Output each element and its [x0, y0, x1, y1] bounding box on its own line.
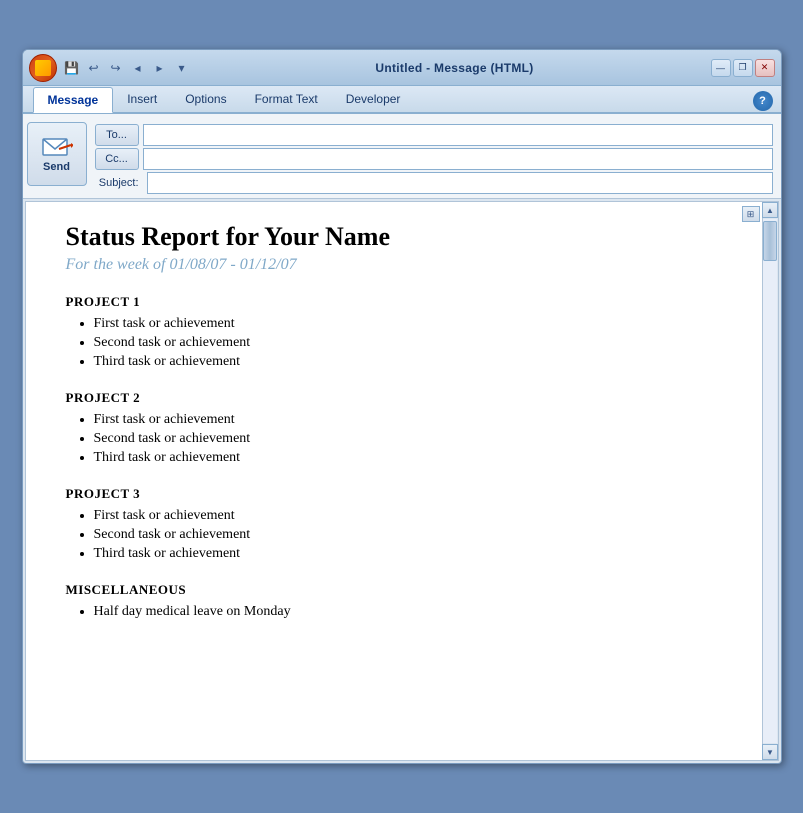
undo-button[interactable]: ↩ [85, 59, 103, 77]
subject-row: Subject: [95, 172, 773, 194]
email-subtitle: For the week of 01/08/07 - 01/12/07 [66, 256, 732, 274]
list-item: Second task or achievement [94, 431, 732, 447]
help-button[interactable]: ? [753, 91, 773, 111]
forward-button[interactable]: ▸ [151, 59, 169, 77]
scroll-track[interactable] [763, 219, 777, 743]
minimize-button[interactable]: — [711, 59, 731, 77]
save-button[interactable]: 💾 [63, 59, 81, 77]
project-1-tasks: First task or achievement Second task or… [66, 316, 732, 370]
ribbon-tabs: Message Insert Options Format Text Devel… [23, 86, 425, 112]
tab-options[interactable]: Options [171, 87, 240, 113]
subject-label: Subject: [95, 177, 139, 189]
tab-insert[interactable]: Insert [113, 87, 171, 113]
project-section-1: PROJECT 1 First task or achievement Seco… [66, 294, 732, 370]
close-button[interactable]: ✕ [755, 59, 775, 77]
cc-button[interactable]: Cc... [95, 148, 139, 170]
back-button[interactable]: ◂ [129, 59, 147, 77]
email-header-area: Send To... Cc... Subject: [23, 114, 781, 199]
to-input[interactable] [143, 124, 773, 146]
window-title: Untitled - Message (HTML) [199, 61, 711, 75]
list-item: First task or achievement [94, 508, 732, 524]
office-logo-icon [35, 60, 51, 76]
project-2-heading: PROJECT 2 [66, 390, 732, 406]
outlook-window: 💾 ↩ ↪ ◂ ▸ ▾ Untitled - Message (HTML) — … [22, 49, 782, 764]
vertical-scrollbar: ▲ ▼ [762, 202, 778, 760]
misc-heading: MISCELLANEOUS [66, 582, 732, 598]
cc-row: Cc... [95, 148, 773, 170]
to-button[interactable]: To... [95, 124, 139, 146]
project-2-tasks: First task or achievement Second task or… [66, 412, 732, 466]
tab-format-text[interactable]: Format Text [241, 87, 332, 113]
scroll-thumb[interactable] [763, 221, 777, 261]
send-label: Send [43, 161, 70, 173]
project-1-heading: PROJECT 1 [66, 294, 732, 310]
tab-message[interactable]: Message [33, 87, 114, 113]
project-3-heading: PROJECT 3 [66, 486, 732, 502]
ribbon: Message Insert Options Format Text Devel… [23, 86, 781, 114]
misc-tasks: Half day medical leave on Monday [66, 604, 732, 620]
list-item: Third task or achievement [94, 546, 732, 562]
redo-button[interactable]: ↪ [107, 59, 125, 77]
to-row: To... [95, 124, 773, 146]
window-controls: — ❐ ✕ [711, 59, 775, 77]
email-title: Status Report for Your Name [66, 222, 732, 252]
list-item: Third task or achievement [94, 450, 732, 466]
project-section-misc: MISCELLANEOUS Half day medical leave on … [66, 582, 732, 620]
tab-developer[interactable]: Developer [332, 87, 415, 113]
project-section-2: PROJECT 2 First task or achievement Seco… [66, 390, 732, 466]
scroll-down-button[interactable]: ▼ [762, 744, 778, 760]
quick-access-dropdown[interactable]: ▾ [173, 59, 191, 77]
subject-input[interactable] [147, 172, 773, 194]
send-icon [41, 135, 73, 159]
scroll-up-button[interactable]: ▲ [762, 202, 778, 218]
list-item: Half day medical leave on Monday [94, 604, 732, 620]
quick-access-toolbar: 💾 ↩ ↪ ◂ ▸ ▾ [63, 59, 191, 77]
list-item: Second task or achievement [94, 527, 732, 543]
send-button[interactable]: Send [27, 122, 87, 186]
body-area: ⊞ Status Report for Your Name For the we… [25, 201, 779, 761]
list-item: Third task or achievement [94, 354, 732, 370]
ribbon-tabs-row: Message Insert Options Format Text Devel… [23, 86, 781, 112]
restore-button[interactable]: ❐ [733, 59, 753, 77]
project-3-tasks: First task or achievement Second task or… [66, 508, 732, 562]
fields-area: To... Cc... Subject: [95, 118, 781, 194]
message-content[interactable]: Status Report for Your Name For the week… [26, 202, 762, 760]
list-item: First task or achievement [94, 412, 732, 428]
list-item: Second task or achievement [94, 335, 732, 351]
office-button[interactable] [29, 54, 57, 82]
cc-input[interactable] [143, 148, 773, 170]
project-section-3: PROJECT 3 First task or achievement Seco… [66, 486, 732, 562]
list-item: First task or achievement [94, 316, 732, 332]
title-bar: 💾 ↩ ↪ ◂ ▸ ▾ Untitled - Message (HTML) — … [23, 50, 781, 86]
format-icon[interactable]: ⊞ [742, 206, 760, 222]
